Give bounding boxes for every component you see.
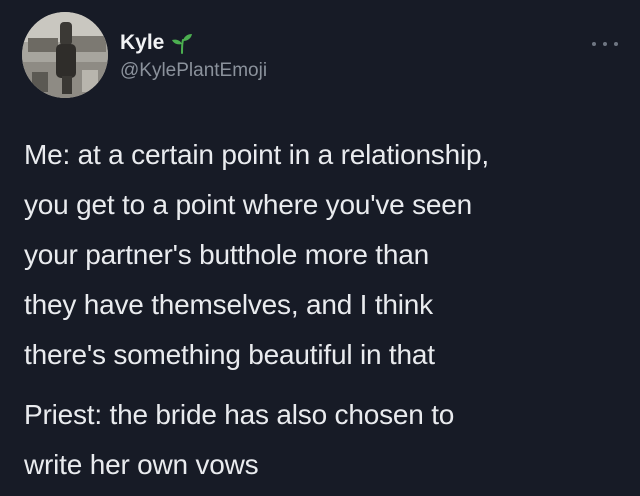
author-names: Kyle @KylePlantEmoji: [120, 30, 267, 84]
tweet-card: Kyle @KylePlantEmoji Me: at a certain po…: [0, 0, 640, 496]
author-handle[interactable]: @KylePlantEmoji: [120, 58, 267, 84]
display-name-row: Kyle: [120, 30, 267, 56]
more-options-icon[interactable]: [592, 38, 618, 50]
tweet-header: Kyle @KylePlantEmoji: [22, 12, 622, 102]
avatar-photo-icon: [22, 12, 108, 98]
tweet-text: Me: at a certain point in a relationship…: [24, 130, 624, 490]
dot: [592, 42, 596, 46]
avatar[interactable]: [22, 12, 108, 98]
tweet-paragraph-2: Priest: the bride has also chosen to wri…: [24, 399, 455, 480]
sprout-icon: [170, 31, 194, 55]
dot: [603, 42, 607, 46]
dot: [614, 42, 618, 46]
display-name[interactable]: Kyle: [120, 30, 164, 56]
tweet-paragraph-1: Me: at a certain point in a relationship…: [24, 139, 489, 370]
